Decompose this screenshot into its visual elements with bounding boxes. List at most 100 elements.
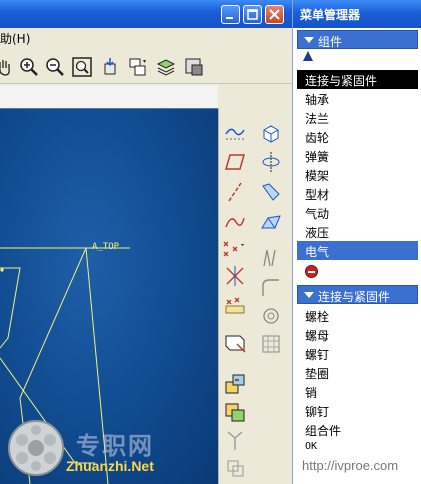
menu-help[interactable]: 助(H) [0, 30, 30, 47]
list-item[interactable]: 连接与紧固件 [297, 70, 418, 89]
watermark-url: http://ivproe.com [302, 458, 399, 473]
list-item-label: 型材 [305, 188, 330, 202]
up-arrow-icon[interactable] [303, 51, 313, 61]
list-item-label: 模架 [305, 169, 330, 183]
list-item[interactable]: 垫圈 [297, 363, 418, 382]
reorient-button[interactable] [99, 56, 121, 78]
datum-point-button[interactable] [221, 238, 245, 262]
view-toolbar [0, 50, 292, 84]
blend-button[interactable] [259, 210, 283, 234]
merge-button[interactable] [223, 456, 247, 480]
list-item[interactable]: 型材 [297, 184, 418, 203]
list-item[interactable]: 销 [297, 382, 418, 401]
pattern-icon [262, 335, 280, 353]
assemble-button[interactable] [223, 372, 247, 396]
collapse-triangle-icon [304, 37, 314, 43]
stop-icon[interactable] [305, 265, 318, 278]
title-bar[interactable] [0, 0, 292, 28]
minimize-button[interactable] [221, 5, 240, 24]
analysis-feature-button[interactable] [223, 292, 247, 316]
menu-manager-panel: 菜单管理器 组件 连接与紧固件 轴承 法兰 齿轮 弹簧 模架 型材 气动 液压 电气 连接与紧固件… [292, 0, 421, 484]
saved-views-icon [129, 58, 146, 76]
list-item[interactable]: 铆钉 [297, 401, 418, 420]
create-component-button[interactable] [223, 400, 247, 424]
list-item[interactable]: 轴承 [297, 89, 418, 108]
list-item-label: 液压 [305, 226, 330, 240]
list-item[interactable]: OK [297, 439, 418, 458]
datum-plane-icon [225, 154, 245, 170]
menu-manager-title: 菜单管理器 [300, 8, 361, 22]
menu-manager-title-bar[interactable]: 菜单管理器 [293, 0, 421, 28]
analysis-feature-icon [225, 297, 245, 314]
coordinate-system-icon [226, 266, 244, 286]
sketch-button[interactable] [223, 120, 247, 144]
component-icon [225, 335, 246, 353]
list-item[interactable]: 弹簧 [297, 146, 418, 165]
pan-button[interactable] [0, 56, 16, 78]
watermark-site-domain: Zhuanzhi.Net [66, 458, 154, 474]
zoom-out-icon [46, 58, 64, 76]
draft-button[interactable] [259, 246, 283, 270]
draft-icon [263, 249, 276, 267]
list-item-label: 轴承 [305, 93, 330, 107]
datum-curve-button[interactable] [223, 210, 247, 234]
zoom-in-button[interactable] [18, 56, 40, 78]
list-item-label: 法兰 [305, 112, 330, 126]
feature-toolbar [218, 108, 292, 484]
layers-button[interactable] [155, 56, 177, 78]
list-item-label: 销 [305, 386, 318, 400]
list-item[interactable]: 齿轮 [297, 127, 418, 146]
list-item[interactable]: 气动 [297, 203, 418, 222]
create-component-icon [225, 403, 245, 422]
app-window: 助(H) A_TOP 专职网 Zhuanzhi.Net [0, 0, 292, 484]
list-item[interactable]: 模架 [297, 165, 418, 184]
assemble-icon [225, 374, 245, 394]
close-icon [269, 9, 280, 20]
coordinate-system-button[interactable] [223, 264, 247, 288]
list-item[interactable]: 螺钉 [297, 344, 418, 363]
datum-curve-icon [225, 217, 245, 228]
close-button[interactable] [265, 5, 284, 24]
saved-views-button[interactable] [127, 56, 149, 78]
mirror-button[interactable] [223, 428, 247, 452]
datum-plane-button[interactable] [223, 150, 247, 174]
reorient-icon [104, 58, 116, 75]
datum-plane-label: A_TOP [92, 242, 120, 252]
group-header-fasteners[interactable]: 连接与紧固件 [297, 285, 418, 304]
model-display-icon [185, 58, 203, 76]
list-item-label: 齿轮 [305, 131, 330, 145]
list-item[interactable]: 法兰 [297, 108, 418, 127]
zoom-out-button[interactable] [44, 56, 66, 78]
canvas-header-strip [0, 85, 218, 108]
list-item-label: 螺母 [305, 329, 330, 343]
list-item[interactable]: 组合件 [297, 420, 418, 439]
group-header-components[interactable]: 组件 [297, 30, 418, 49]
list-item-label: 弹簧 [305, 150, 330, 164]
zoom-fit-button[interactable] [71, 56, 93, 78]
maximize-button[interactable] [243, 5, 262, 24]
model-display-button[interactable] [183, 56, 205, 78]
zoom-fit-icon [72, 57, 92, 77]
list-item[interactable]: 螺栓 [297, 306, 418, 325]
revolve-button[interactable] [259, 150, 283, 174]
shell-button[interactable] [259, 304, 283, 328]
pan-icon [0, 60, 10, 76]
round-icon [262, 279, 279, 296]
list-item-label: 组合件 [305, 424, 342, 438]
blend-icon [261, 215, 281, 229]
list-item-label: 连接与紧固件 [305, 74, 378, 88]
round-button[interactable] [259, 276, 283, 300]
pattern-button[interactable] [259, 332, 283, 356]
list-item-label: 电气 [305, 245, 330, 259]
list-item[interactable]: 电气 [297, 241, 418, 260]
watermark-logo [8, 420, 64, 476]
datum-axis-button[interactable] [223, 180, 247, 204]
sweep-button[interactable] [259, 180, 283, 204]
maximize-icon [247, 9, 258, 20]
component-button[interactable] [223, 330, 247, 354]
mirror-icon [227, 431, 243, 450]
extrude-button[interactable] [259, 120, 283, 144]
list-item-label: 螺栓 [305, 310, 330, 324]
list-item[interactable]: 液压 [297, 222, 418, 241]
list-item[interactable]: 螺母 [297, 325, 418, 344]
